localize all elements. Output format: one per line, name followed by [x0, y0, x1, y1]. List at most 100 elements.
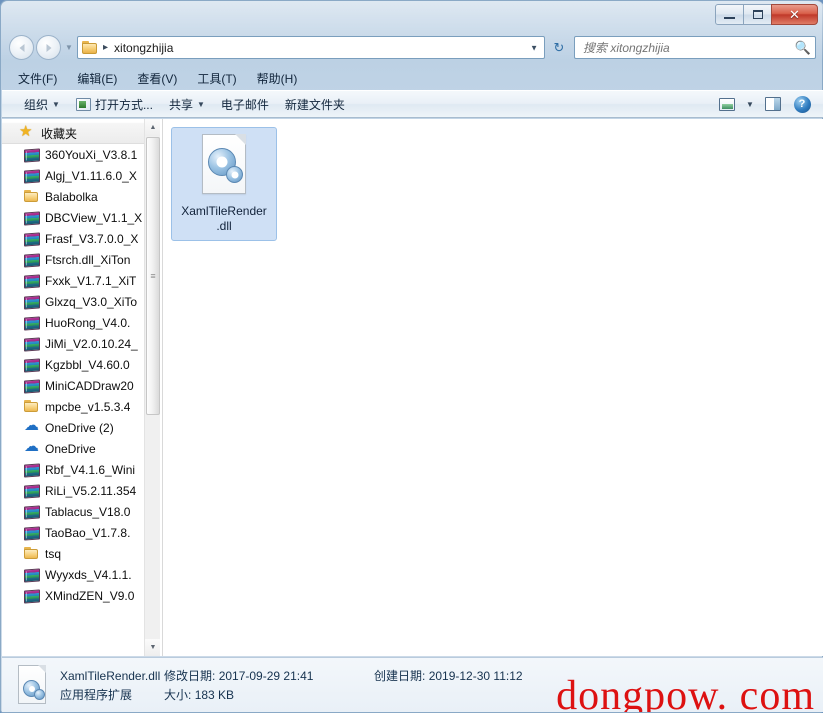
back-button[interactable]: [9, 35, 34, 60]
sidebar-item-dbcview[interactable]: DBCView_V1.1_X: [2, 207, 160, 228]
navigation-pane-scrollbar[interactable]: ▲ ▼: [144, 119, 160, 656]
menu-file[interactable]: 文件(F): [16, 68, 59, 89]
archive-icon: [24, 378, 40, 394]
close-button[interactable]: ✕: [771, 4, 818, 25]
sidebar-item-taobao[interactable]: TaoBao_V1.7.8.: [2, 522, 160, 543]
list-item-label: OneDrive: [45, 441, 96, 456]
sidebar-item-xmindzen[interactable]: XMindZEN_V9.0: [2, 585, 160, 606]
search-box[interactable]: 🔍: [574, 36, 816, 59]
change-view-dropdown[interactable]: ▼: [743, 93, 757, 115]
file-name-line2: .dll: [216, 219, 232, 233]
change-view-button[interactable]: [714, 93, 740, 115]
sidebar-item-glxzq[interactable]: Glxzq_V3.0_XiTo: [2, 291, 160, 312]
menu-edit[interactable]: 编辑(E): [75, 68, 119, 89]
favorites-header-label: 收藏夹: [41, 126, 78, 141]
archive-icon: [24, 147, 40, 163]
list-item-label: OneDrive (2): [45, 420, 114, 435]
sidebar-item-huorong[interactable]: HuoRong_V4.0.: [2, 312, 160, 333]
window-controls: ✕: [715, 4, 818, 25]
search-input[interactable]: [583, 40, 795, 55]
help-icon: ?: [793, 95, 811, 113]
sidebar-item-onedrive-2[interactable]: OneDrive (2): [2, 417, 160, 438]
folder-icon: [24, 399, 40, 415]
folder-icon: [24, 189, 40, 205]
sidebar-item-rbf[interactable]: Rbf_V4.1.6_Wini: [2, 459, 160, 480]
sidebar-item-tablacus[interactable]: Tablacus_V18.0: [2, 501, 160, 522]
cloud-icon: [24, 417, 40, 436]
archive-icon: [24, 504, 40, 520]
file-item-label: XamlTileRender .dll: [181, 204, 267, 234]
sidebar-item-mpcbe[interactable]: mpcbe_v1.5.3.4: [2, 396, 160, 417]
details-created-value: 2019-12-30 11:12: [428, 669, 523, 683]
chevron-down-icon[interactable]: ▼: [530, 43, 538, 52]
list-item-label: Kgzbbl_V4.60.0: [45, 357, 130, 372]
archive-icon: [24, 210, 40, 226]
organize-button[interactable]: 组织 ▼: [16, 93, 68, 115]
sidebar-item-kgzbbl[interactable]: Kgzbbl_V4.60.0: [2, 354, 160, 375]
archive-icon: [24, 567, 40, 583]
share-button[interactable]: 共享 ▼: [161, 93, 213, 115]
sidebar-item-algj[interactable]: Algj_V1.11.6.0_X: [2, 165, 160, 186]
chevron-down-icon: ▼: [65, 43, 73, 52]
details-created: 创建日期: 2019-12-30 11:12: [374, 667, 523, 684]
preview-pane-button[interactable]: [760, 93, 786, 115]
list-item-label: Balabolka: [45, 189, 98, 204]
archive-icon: [24, 315, 40, 331]
command-toolbar: 组织 ▼ 打开方式... 共享 ▼ 电子邮件 新建文件夹 ▼ ?: [2, 90, 823, 118]
sidebar-item-tsq[interactable]: tsq: [2, 543, 160, 564]
archive-icon: [24, 357, 40, 373]
dll-file-icon: [14, 664, 50, 706]
scrollbar-thumb[interactable]: [146, 137, 160, 415]
menu-view[interactable]: 查看(V): [135, 68, 179, 89]
sidebar-item-fxxk[interactable]: Fxxk_V1.7.1_XiT: [2, 270, 160, 291]
refresh-button[interactable]: ↻: [547, 36, 571, 59]
details-size: 大小: 183 KB: [164, 686, 374, 703]
archive-icon: [24, 252, 40, 268]
email-label: 电子邮件: [220, 97, 269, 112]
details-modified-value: 2017-09-29 21:41: [218, 669, 314, 683]
sidebar-item-wyyxds[interactable]: Wyyxds_V4.1.1.: [2, 564, 160, 585]
new-folder-button[interactable]: 新建文件夹: [277, 93, 353, 115]
open-with-label: 打开方式...: [94, 97, 153, 112]
menu-help[interactable]: 帮助(H): [255, 68, 300, 89]
list-item-label: 360YouXi_V3.8.1: [45, 147, 138, 162]
minimize-button[interactable]: [715, 4, 744, 25]
breadcrumb-separator[interactable]: ▸: [103, 42, 108, 53]
file-list-pane[interactable]: XamlTileRender .dll: [162, 119, 823, 656]
sidebar-item-onedrive[interactable]: OneDrive: [2, 438, 160, 459]
sidebar-item-balabolka[interactable]: Balabolka: [2, 186, 160, 207]
file-item-xamltilerender[interactable]: XamlTileRender .dll: [171, 127, 277, 241]
sidebar-item-360youxi[interactable]: 360YouXi_V3.8.1: [2, 144, 160, 165]
list-item-label: RiLi_V5.2.11.354: [45, 483, 137, 498]
sidebar-item-rili[interactable]: RiLi_V5.2.11.354: [2, 480, 160, 501]
recent-locations-button[interactable]: ▼: [63, 35, 75, 60]
details-row-secondary: 应用程序扩展 大小: 183 KB: [60, 685, 523, 704]
menu-tools[interactable]: 工具(T): [195, 68, 238, 89]
favorites-header[interactable]: 收藏夹: [2, 122, 160, 144]
list-item-label: Wyyxds_V4.1.1.: [45, 567, 132, 582]
list-item-label: Glxzq_V3.0_XiTo: [45, 294, 138, 309]
address-bar-row: ▼ ▸ xitongzhijia ▼ ↻ 🔍: [1, 31, 823, 64]
sidebar-item-jimi[interactable]: JiMi_V2.0.10.24_: [2, 333, 160, 354]
menu-bar: 文件(F) 编辑(E) 查看(V) 工具(T) 帮助(H): [2, 67, 823, 89]
scroll-down-arrow-icon[interactable]: ▼: [145, 639, 160, 656]
archive-icon: [24, 525, 40, 541]
sidebar-item-frasf[interactable]: Frasf_V3.7.0.0_X: [2, 228, 160, 249]
email-button[interactable]: 电子邮件: [213, 93, 277, 115]
help-button[interactable]: ?: [789, 93, 815, 115]
list-item-label: Fxxk_V1.7.1_XiT: [45, 273, 137, 288]
breadcrumb-current-folder[interactable]: xitongzhijia: [114, 41, 173, 55]
share-label: 共享: [168, 97, 193, 112]
chevron-down-icon: ▼: [746, 99, 754, 109]
forward-button[interactable]: [36, 35, 61, 60]
sidebar-item-minicaddraw[interactable]: MiniCADDraw20: [2, 375, 160, 396]
sidebar-item-ftsrch[interactable]: Ftsrch.dll_XiTon: [2, 249, 160, 270]
change-view-icon: [719, 97, 735, 111]
open-with-button[interactable]: 打开方式...: [68, 93, 161, 115]
maximize-button[interactable]: [743, 4, 772, 25]
scroll-up-arrow-icon[interactable]: ▲: [145, 119, 160, 136]
list-item-label: tsq: [45, 546, 62, 561]
list-item-label: MiniCADDraw20: [45, 378, 134, 393]
address-bar[interactable]: ▸ xitongzhijia ▼: [77, 36, 545, 59]
search-icon: 🔍: [794, 39, 811, 55]
